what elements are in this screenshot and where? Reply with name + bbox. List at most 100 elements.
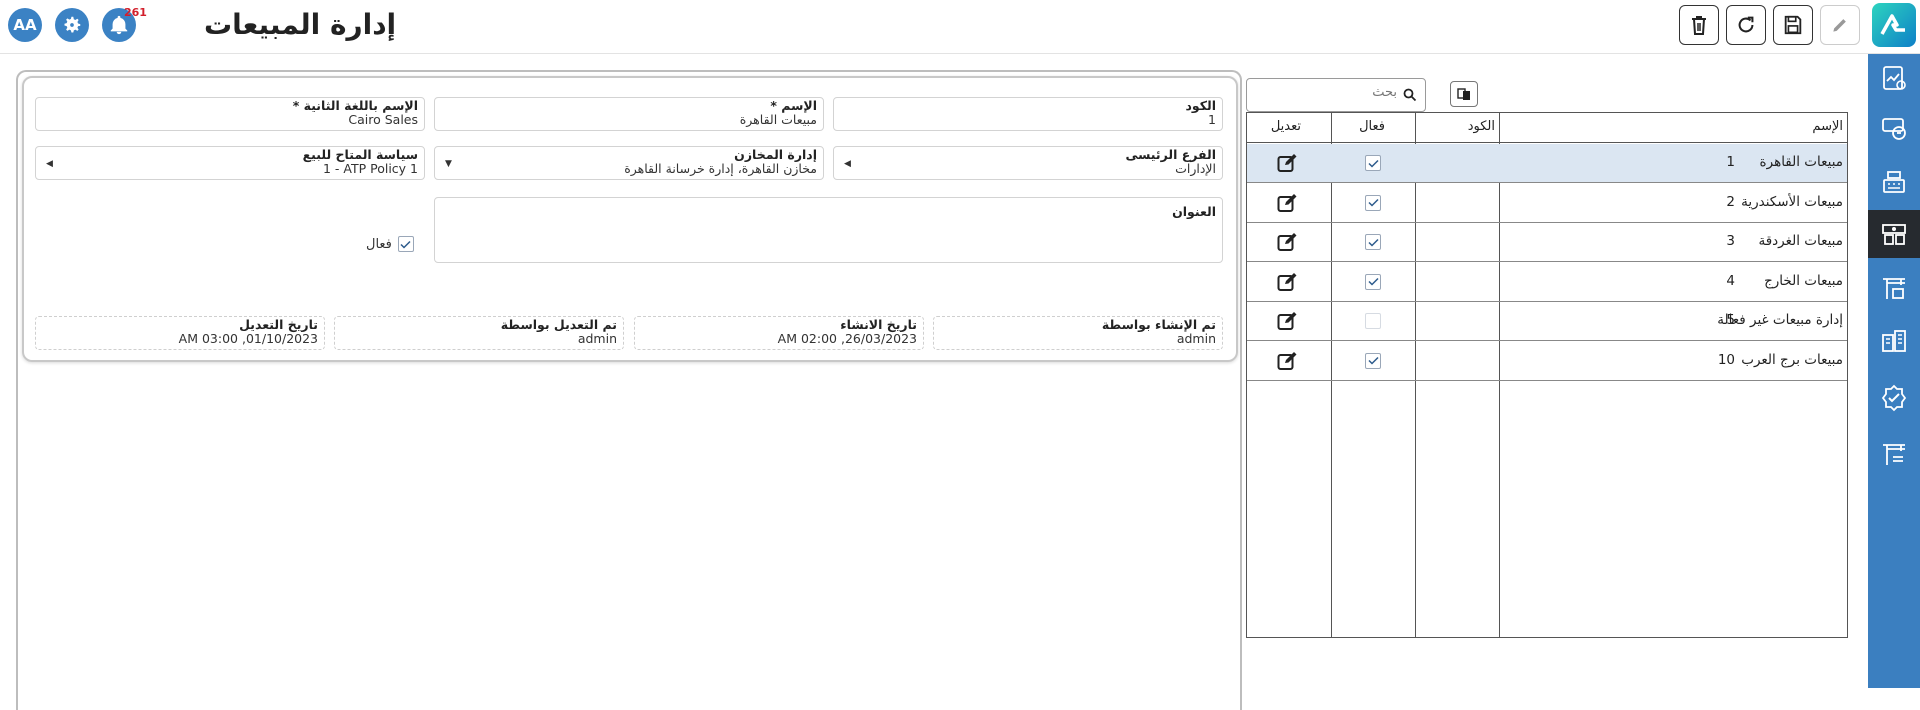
created-by-field: تم الإنشاء بواسطة admin	[933, 316, 1223, 350]
row-code: 1	[1726, 154, 1735, 170]
main-branch-value: الإدارات	[1175, 161, 1216, 176]
sidebar-item-projects[interactable]	[1868, 430, 1920, 478]
save-icon	[1784, 15, 1802, 35]
atp-policy-label: سياسة المتاح للبيع	[302, 147, 418, 162]
sales-store-icon	[1882, 224, 1906, 245]
table-row[interactable]: إدارة مبيعات غير فعالة 5	[1247, 302, 1847, 341]
row-code: 2	[1726, 193, 1735, 210]
edit-icon[interactable]	[1277, 351, 1299, 375]
second-name-label: الإسم باللغة الثانية *	[292, 98, 418, 113]
atp-policy-select[interactable]: سياسة المتاح للبيع 1 - ATP Policy 1 ◀	[35, 146, 425, 180]
code-field[interactable]: الكود 1	[833, 97, 1223, 131]
sidebar-item-construction[interactable]	[1868, 264, 1920, 312]
row-name: مبيعات برج العرب	[1741, 351, 1843, 368]
active-toggle[interactable]: فعال	[366, 236, 414, 252]
edit-icon[interactable]	[1277, 272, 1299, 296]
active-label: فعال	[366, 236, 392, 252]
main-branch-select[interactable]: الفرع الرئيسى الإدارات ◀	[833, 146, 1223, 180]
main-branch-label: الفرع الرئيسى	[1125, 147, 1216, 162]
table-row[interactable]: مبيعات القاهرة 1	[1247, 144, 1847, 183]
warehouses-select[interactable]: إدارة المخازن مخازن القاهرة، إدارة خرسان…	[434, 146, 824, 180]
search-input[interactable]	[1257, 85, 1397, 100]
logo-icon	[1880, 14, 1905, 35]
row-active-checkbox[interactable]	[1365, 155, 1381, 171]
edit-mode-button[interactable]	[1820, 5, 1860, 45]
search-icon	[1403, 87, 1417, 106]
sales-list-grid: الإسم الكود فعال تعديل مبيعات القاهرة 1 مب…	[1246, 112, 1848, 638]
user-initials: AA	[13, 16, 37, 34]
app-header: AA 261 إدارة المبيعات	[0, 0, 1920, 54]
notification-count-badge: 261	[124, 6, 147, 19]
address-field[interactable]: العنوان	[434, 197, 1223, 263]
row-active-checkbox[interactable]	[1365, 194, 1381, 211]
created-date-label: تاريخ الانشاء	[840, 317, 917, 332]
table-row[interactable]: مبيعات الأسكندرية 2	[1247, 184, 1847, 223]
money-stack-icon	[1882, 118, 1906, 140]
check-icon	[400, 240, 411, 249]
app-logo[interactable]	[1872, 3, 1916, 47]
row-code: 3	[1726, 233, 1735, 249]
modified-date-value: 01/10/2023, 03:00 AM	[178, 331, 318, 346]
row-active-checkbox[interactable]	[1365, 273, 1381, 290]
caret-left-icon: ◀	[844, 159, 851, 169]
pencil-icon	[1833, 19, 1846, 32]
column-header-code[interactable]: الكود	[1468, 119, 1495, 134]
row-name: مبيعات الخارج	[1764, 272, 1843, 289]
sidebar-item-pos[interactable]	[1868, 158, 1920, 206]
address-label: العنوان	[1172, 204, 1216, 219]
row-name: مبيعات الأسكندرية	[1741, 193, 1843, 210]
name-field[interactable]: الإسم * مبيعات القاهرة	[434, 97, 824, 131]
second-language-name-field[interactable]: الإسم باللغة الثانية * Cairo Sales	[35, 97, 425, 131]
column-header-edit: تعديل	[1270, 119, 1301, 134]
atp-policy-value: 1 - ATP Policy 1	[322, 161, 418, 176]
sidebar	[1868, 54, 1920, 688]
refresh-button[interactable]	[1726, 5, 1766, 45]
column-header-name[interactable]: الإسم	[1812, 119, 1843, 134]
sidebar-item-reports[interactable]	[1868, 54, 1920, 102]
check-icon	[1367, 198, 1379, 207]
copy-button[interactable]	[1450, 81, 1478, 107]
sidebar-item-buildings[interactable]	[1868, 316, 1920, 364]
row-active-checkbox[interactable]	[1365, 352, 1381, 369]
second-name-value: Cairo Sales	[348, 112, 418, 127]
check-badge-icon	[1881, 384, 1907, 412]
sidebar-item-sales[interactable]	[1868, 210, 1920, 258]
trash-icon	[1692, 16, 1706, 35]
name-label: الإسم *	[770, 98, 817, 113]
active-checkbox[interactable]	[397, 236, 414, 252]
modified-by-value: admin	[577, 331, 617, 346]
buildings-icon	[1882, 330, 1906, 352]
row-name: مبيعات الغردقة	[1758, 233, 1843, 249]
table-row[interactable]: مبيعات برج العرب 10	[1247, 342, 1847, 381]
refresh-icon	[1738, 16, 1754, 33]
sidebar-item-quality[interactable]	[1868, 374, 1920, 422]
modified-by-label: تم التعديل بواسطة	[500, 317, 617, 332]
created-date-field: تاريخ الانشاء 26/03/2023, 02:00 AM	[634, 316, 924, 350]
cash-register-icon	[1883, 171, 1905, 193]
search-box[interactable]	[1246, 78, 1426, 112]
row-code: 4	[1726, 272, 1735, 289]
grid-header: الإسم الكود فعال تعديل	[1247, 113, 1847, 143]
save-button[interactable]	[1773, 5, 1813, 45]
caret-left-icon: ◀	[46, 159, 53, 169]
row-active-checkbox[interactable]	[1365, 234, 1381, 250]
column-header-active[interactable]: فعال	[1359, 119, 1385, 134]
page-title: إدارة المبيعات	[204, 8, 397, 41]
edit-icon[interactable]	[1277, 193, 1299, 217]
edit-icon[interactable]	[1277, 153, 1299, 177]
gear-icon	[64, 16, 81, 33]
table-row[interactable]: مبيعات الغردقة 3	[1247, 223, 1847, 262]
crane-site-icon	[1883, 444, 1905, 465]
settings-button[interactable]	[55, 8, 89, 42]
table-row[interactable]: مبيعات الخارج 4	[1247, 263, 1847, 302]
row-active-checkbox[interactable]	[1365, 313, 1381, 329]
created-by-label: تم الإنشاء بواسطة	[1101, 317, 1216, 332]
user-avatar[interactable]: AA	[8, 8, 42, 42]
edit-icon[interactable]	[1277, 311, 1299, 335]
delete-button[interactable]	[1679, 5, 1719, 45]
edit-icon[interactable]	[1277, 232, 1299, 256]
code-label: الكود	[1185, 98, 1217, 113]
check-icon	[1367, 277, 1379, 286]
sidebar-item-finance[interactable]	[1868, 104, 1920, 152]
row-code: 10	[1717, 351, 1735, 368]
